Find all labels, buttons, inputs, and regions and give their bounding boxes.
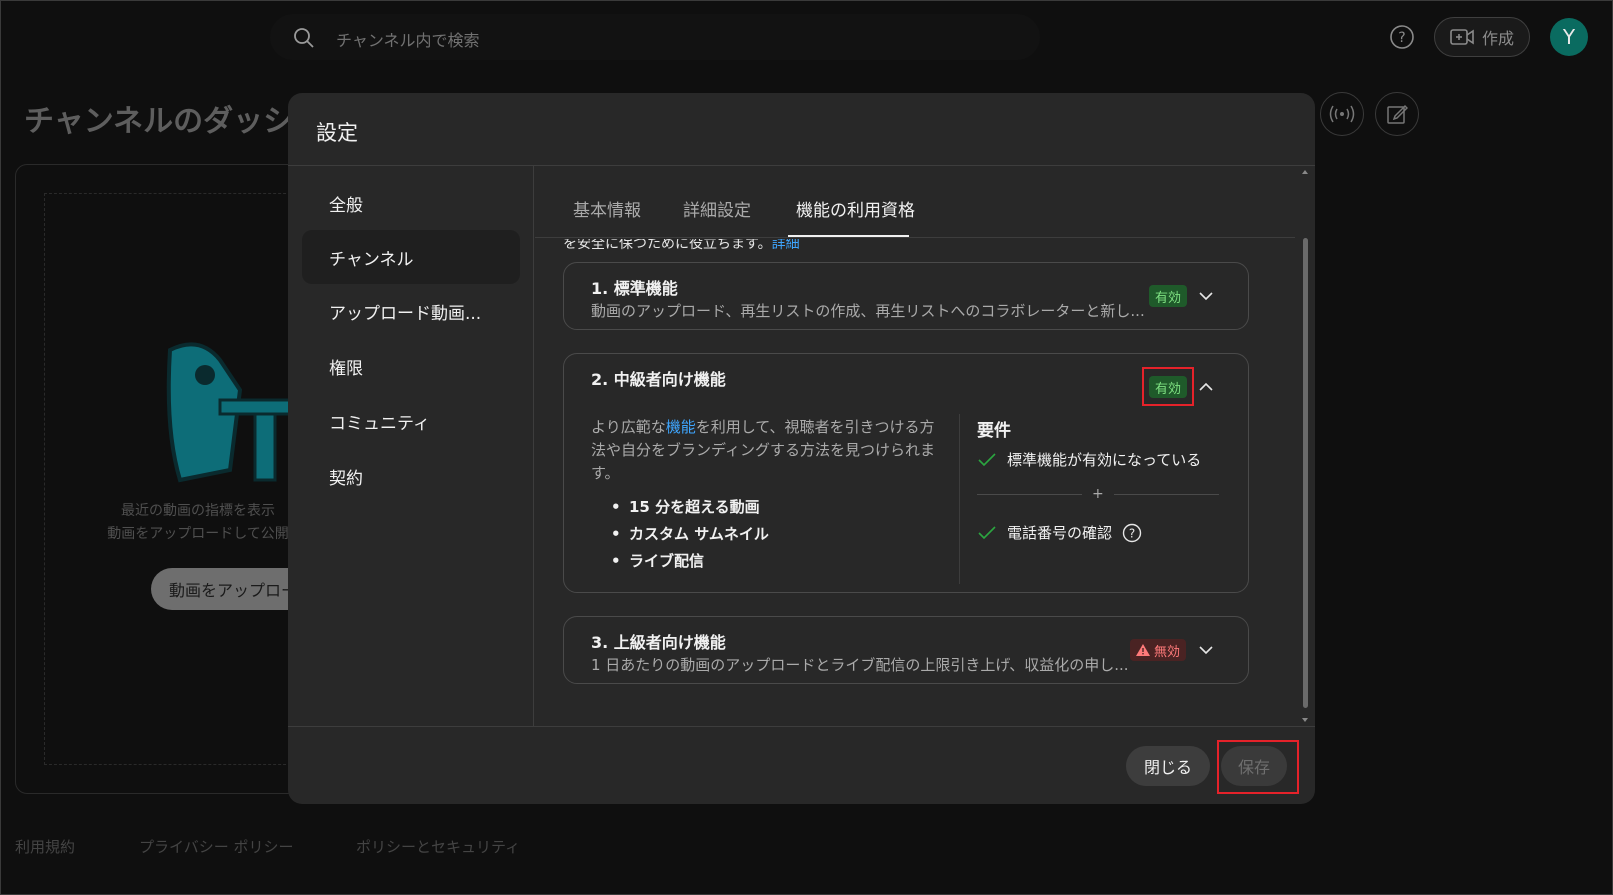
sidebar-item-agreements[interactable]: 契約 [302, 449, 520, 503]
check-icon [978, 452, 996, 466]
upload-illustration [166, 342, 292, 483]
tab-basic-info[interactable]: 基本情報 [573, 196, 641, 221]
sidebar-item-community[interactable]: コミュニティ [302, 394, 520, 448]
edit-icon [1387, 104, 1408, 124]
list-item: カスタム サムネイル [611, 521, 769, 548]
chevron-down-icon[interactable] [1197, 287, 1215, 305]
sidebar-item-label: チャンネル [329, 249, 414, 270]
warning-icon [1136, 644, 1150, 656]
settings-sidebar: 全般 チャンネル アップロード動画... 権限 コミュニティ 契約 [288, 166, 534, 726]
feature-card-advanced[interactable]: 3. 上級者向け機能 1 日あたりの動画のアップロードとライブ配信の上限引き上げ… [563, 616, 1249, 684]
divider [1113, 493, 1219, 495]
divider [959, 414, 960, 584]
feature-card-standard[interactable]: 1. 標準機能 動画のアップロード、再生リストの作成、再生リストへのコラボレータ… [563, 262, 1249, 330]
feature-title: 1. 標準機能 [591, 279, 678, 298]
requirement-label: 標準機能が有効になっている [1007, 451, 1202, 469]
requirements-title: 要件 [977, 421, 1011, 441]
svg-text:?: ? [1129, 526, 1135, 540]
highlight-box [1217, 740, 1299, 794]
svg-text:?: ? [1398, 30, 1405, 46]
add-video-icon [1450, 29, 1474, 45]
sidebar-item-channel[interactable]: チャンネル [302, 230, 520, 284]
search-input[interactable]: チャンネル内で検索 [336, 27, 480, 51]
features-link[interactable]: 機能 [666, 418, 696, 436]
settings-content: 基本情報 詳細設定 機能の利用資格 を安全に保つために役立ちます。詳細 1. 標… [535, 166, 1315, 726]
desc-text: より広範な [591, 418, 666, 436]
status-label: 無効 [1154, 644, 1181, 660]
chevron-down-icon[interactable] [1197, 641, 1215, 659]
desc-line-3: す。 [591, 464, 620, 482]
intro-text: を安全に保つために役立ちます。 [563, 239, 772, 252]
divider [977, 493, 1082, 495]
upload-video-button[interactable]: 動画をアップロー [151, 568, 311, 610]
desc-line-2: 法や自分をブランディングする方法を見つけられま [591, 441, 935, 459]
create-button[interactable]: 作成 [1434, 17, 1530, 57]
dashboard-title: チャンネルのダッシュ [24, 104, 294, 139]
feature-title: 3. 上級者向け機能 [591, 633, 726, 652]
sidebar-item-label: 契約 [329, 468, 363, 489]
scrollbar[interactable] [1300, 166, 1310, 726]
highlight-box [1142, 367, 1194, 406]
create-label: 作成 [1481, 29, 1514, 48]
scrollbar-thumb[interactable] [1303, 238, 1308, 708]
list-item: ライブ配信 [611, 548, 769, 575]
tab-feature-eligibility[interactable]: 機能の利用資格 [796, 196, 915, 221]
scroll-down-arrow[interactable] [1302, 718, 1308, 722]
check-icon [978, 525, 996, 539]
feature-list: 15 分を超える動画 カスタム サムネイル ライブ配信 [611, 494, 769, 575]
card-text-line-2: 動画をアップロードして公開 [107, 526, 289, 542]
desc-text: を利用して、視聴者を引きつける方 [695, 418, 935, 436]
divider [535, 237, 1295, 238]
feature-description: 1 日あたりの動画のアップロードとライブ配信の上限引き上げ、収益化の申し... [591, 656, 1129, 674]
create-post-button[interactable] [1375, 92, 1419, 136]
sidebar-item-label: 全般 [329, 195, 363, 216]
channel-search-box[interactable]: チャンネル内で検索 [270, 14, 1040, 60]
sidebar-item-label: 権限 [329, 358, 363, 379]
list-item: 15 分を超える動画 [611, 494, 769, 521]
learn-more-link[interactable]: 詳細 [772, 239, 800, 252]
divider [288, 726, 1315, 727]
feature-description: より広範な機能を利用して、視聴者を引きつける方 法や自分をブランディングする方法… [591, 416, 936, 485]
avatar[interactable]: Y [1550, 18, 1588, 56]
help-icon[interactable]: ? [1389, 24, 1415, 50]
sidebar-item-permissions[interactable]: 権限 [302, 339, 520, 393]
requirement-label: 電話番号の確認 [1007, 524, 1113, 542]
plus-sign: + [1092, 486, 1104, 502]
requirement-separator: + [977, 486, 1219, 502]
footer-terms-link[interactable]: 利用規約 [15, 836, 75, 857]
settings-dialog: 設定 全般 チャンネル アップロード動画... 権限 コミュニティ 契約 基本情… [288, 93, 1315, 804]
tab-advanced-settings[interactable]: 詳細設定 [683, 196, 751, 221]
footer-policy-link[interactable]: ポリシーとセキュリティ [356, 836, 520, 857]
card-description: 最近の動画の指標を表示 動画をアップロードして公開 [88, 500, 308, 546]
sidebar-item-upload-defaults[interactable]: アップロード動画... [302, 284, 520, 338]
feature-title: 2. 中級者向け機能 [591, 370, 726, 389]
go-live-button[interactable] [1320, 92, 1364, 136]
sidebar-item-general[interactable]: 全般 [302, 176, 520, 230]
sidebar-item-label: アップロード動画... [329, 303, 482, 324]
footer-privacy-link[interactable]: プライバシー ポリシー [139, 836, 293, 857]
scroll-up-arrow[interactable] [1302, 170, 1308, 174]
status-badge-enabled: 有効 [1149, 285, 1188, 307]
feature-card-intermediate: 2. 中級者向け機能 有効 より広範な機能を利用して、視聴者を引きつける方 法や… [563, 353, 1249, 593]
requirement-phone-verification: 電話番号の確認 ? [977, 522, 1142, 543]
feature-description: 動画のアップロード、再生リストの作成、再生リストへのコラボレーターと新し... [591, 302, 1145, 320]
requirement-standard-enabled: 標準機能が有効になっている [977, 449, 1201, 470]
dialog-title: 設定 [316, 121, 358, 145]
help-icon[interactable]: ? [1122, 523, 1142, 543]
status-badge-disabled: 無効 [1130, 639, 1187, 661]
clipped-intro-text: を安全に保つために役立ちます。詳細 [563, 239, 800, 253]
broadcast-icon [1329, 105, 1355, 123]
close-button[interactable]: 閉じる [1126, 746, 1210, 786]
search-icon [294, 28, 314, 48]
sidebar-item-label: コミュニティ [329, 413, 430, 434]
desc-line-1: より広範な機能を利用して、視聴者を引きつける方 [591, 416, 936, 439]
top-bar: チャンネル内で検索 ? 作成 Y [0, 0, 1613, 76]
card-text-line-1: 最近の動画の指標を表示 [121, 503, 275, 519]
chevron-up-icon[interactable] [1197, 378, 1215, 396]
